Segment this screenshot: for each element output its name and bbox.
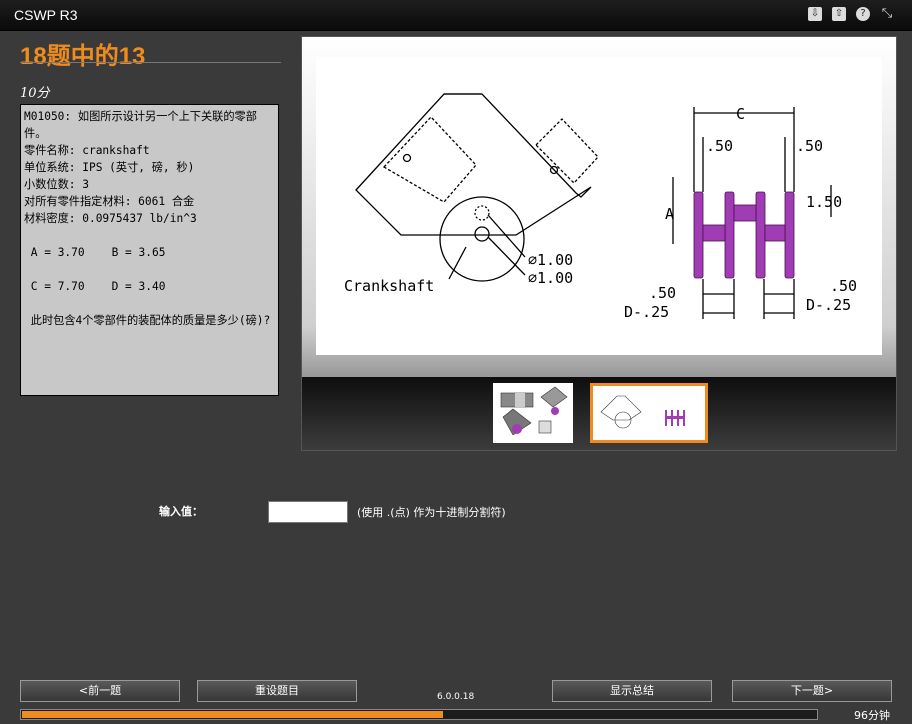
answer-input-label: 输入值： — [159, 505, 203, 518]
drawing-leader-crank — [448, 246, 467, 280]
time-progress-bar — [20, 709, 818, 720]
time-progress-fill — [22, 711, 443, 718]
crank-web-3 — [755, 191, 766, 279]
show-summary-button[interactable]: 显示总结 — [552, 680, 712, 702]
engineering-drawing: Crankshaft ∅1.00 ∅1.00 C .50 .50 A 1.50 … — [316, 57, 882, 355]
drawing-label-crankshaft: Crankshaft — [344, 277, 434, 295]
previous-question-button[interactable]: <前一题 — [20, 680, 180, 702]
crank-web-1 — [693, 191, 704, 279]
upload-icon[interactable]: ⇧ — [832, 7, 846, 21]
drawing-left-block — [382, 116, 477, 203]
decimal-hint: (使用 .(点) 作为十进制分割符) — [357, 506, 506, 519]
title-bar-icons: ⇩ ⇧ ? ⤡ — [808, 7, 894, 21]
version-label: 6.0.0.18 — [437, 692, 475, 702]
drawing-label-dim-a: A — [665, 205, 674, 223]
next-question-button[interactable]: 下一题> — [732, 680, 892, 702]
help-icon[interactable]: ? — [856, 7, 870, 21]
title-divider — [20, 62, 281, 63]
answer-input[interactable] — [268, 501, 348, 523]
drawing-label-diameter-2: ∅1.00 — [528, 269, 573, 287]
time-remaining: 96分钟 — [854, 709, 890, 722]
drawing-label-dim-top-right: .50 — [796, 137, 823, 155]
image-viewer: Crankshaft ∅1.00 ∅1.00 C .50 .50 A 1.50 … — [301, 36, 897, 451]
drawing-label-dim-d-right: D-.25 — [806, 296, 851, 314]
app-title: CSWP R3 — [14, 7, 78, 23]
drawing-label-dim-bottom-left: .50 — [649, 284, 676, 302]
drawing-label-diameter-1: ∅1.00 — [528, 251, 573, 269]
crank-pin-mid — [733, 204, 757, 222]
expand-icon[interactable]: ⤡ — [880, 7, 894, 21]
thumbnail-1[interactable] — [493, 383, 573, 443]
drawing-label-dim-bottom-right: .50 — [830, 277, 857, 295]
question-progress-title: 18题中的13 — [20, 43, 146, 70]
title-bar: CSWP R3 ⇩ ⇧ ? ⤡ — [0, 0, 912, 31]
drawing-hole-2 — [474, 226, 490, 242]
drawing-label-dim-c: C — [736, 105, 745, 123]
drawing-small-hole-left — [402, 153, 412, 163]
reset-question-button[interactable]: 重设题目 — [197, 680, 357, 702]
question-points: 10分 — [20, 86, 50, 101]
crank-web-4 — [784, 191, 795, 279]
thumbnail-2[interactable] — [590, 383, 708, 443]
crank-pin-left — [702, 224, 726, 242]
thumbnail-strip — [302, 377, 896, 450]
drawing-right-block — [535, 118, 599, 184]
drawing-leader-2 — [487, 236, 526, 276]
drawing-label-dim-top-left: .50 — [706, 137, 733, 155]
drawing-hole-1 — [474, 205, 490, 221]
drawing-hub-circle — [439, 196, 525, 282]
drawing-label-dim-150: 1.50 — [806, 193, 842, 211]
drawing-label-dim-d-left: D-.25 — [624, 303, 669, 321]
crank-pin-right — [764, 224, 786, 242]
question-text-box[interactable]: M01050: 如图所示设计另一个上下关联的零部件。 零件名称: cranksh… — [20, 104, 279, 396]
save-icon[interactable]: ⇩ — [808, 7, 822, 21]
crank-web-2 — [724, 191, 735, 279]
